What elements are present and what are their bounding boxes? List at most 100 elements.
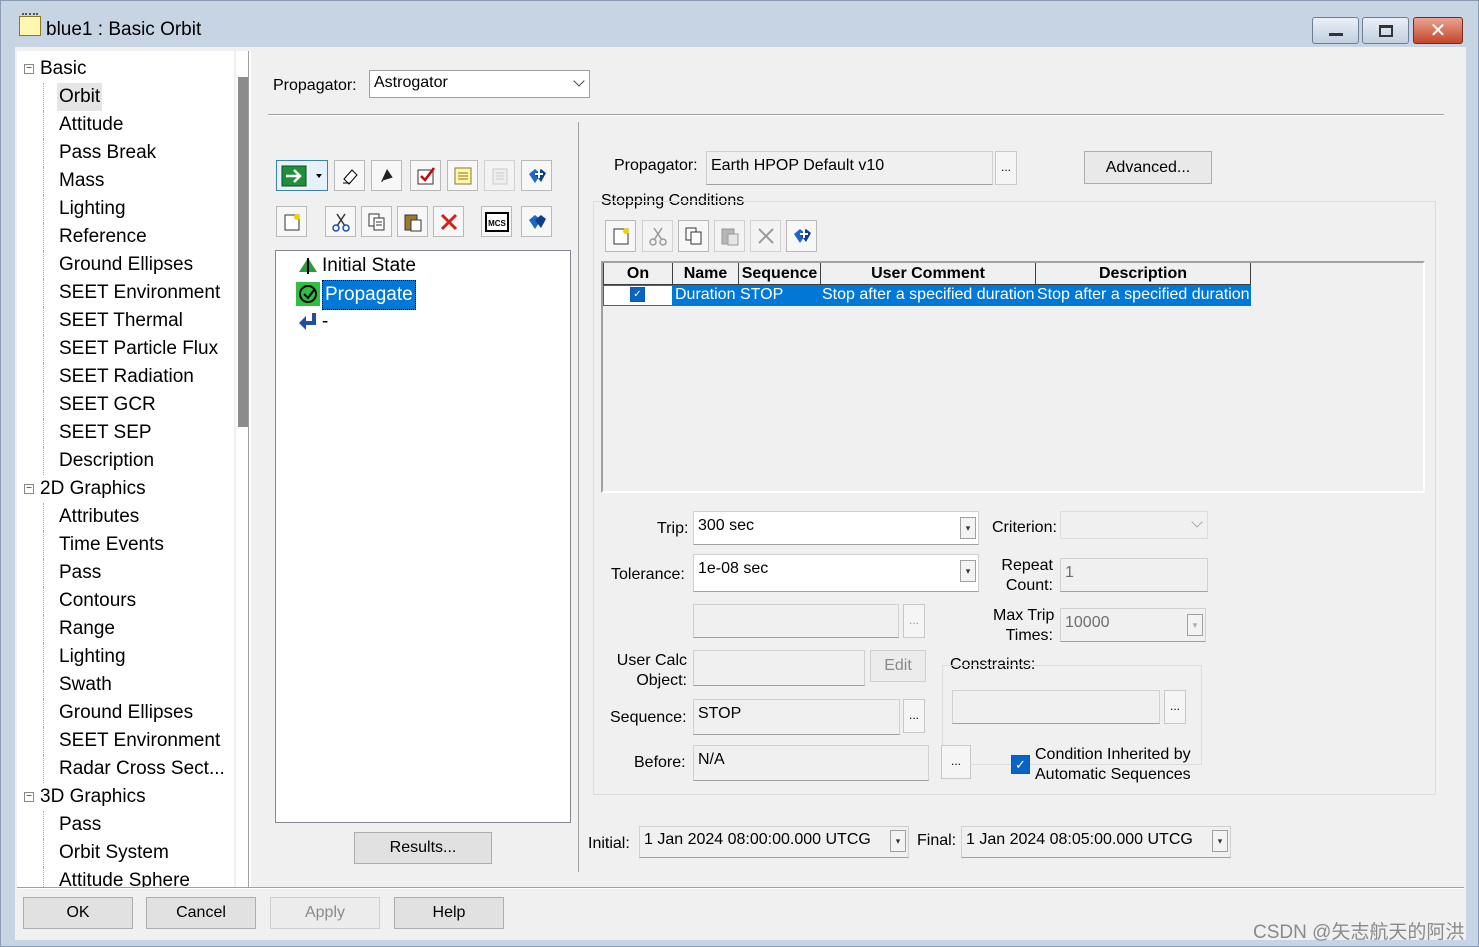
cancel-button[interactable]: Cancel	[146, 897, 256, 929]
final-time-field[interactable]: 1 Jan 2024 08:05:00.000 UTCG ▾	[961, 826, 1231, 858]
svg-text:MCS: MCS	[488, 219, 506, 228]
tree-item[interactable]: Pass	[57, 559, 103, 587]
mcs-button[interactable]: MCS	[481, 206, 512, 237]
unit-picker-icon[interactable]: ▾	[960, 517, 976, 539]
tree-item[interactable]: Lighting	[57, 195, 128, 223]
tree-item[interactable]: SEET Thermal	[57, 307, 185, 335]
notes-button[interactable]	[484, 160, 515, 191]
tree-item[interactable]: SEET Particle Flux	[57, 335, 220, 363]
summary-button[interactable]	[447, 160, 478, 191]
tree-item[interactable]: Lighting	[57, 643, 128, 671]
apply-button[interactable]: Apply	[270, 897, 380, 929]
tree-item[interactable]: Radar Cross Sect...	[57, 755, 227, 783]
sequence-browse-button[interactable]: ...	[903, 699, 925, 733]
grid-header-name[interactable]: Name	[672, 263, 739, 285]
grid-cell-name[interactable]: Duration	[673, 285, 738, 306]
tree-item[interactable]: Basic	[38, 55, 88, 83]
help-button[interactable]: Help	[394, 897, 504, 929]
grid-header-user-comment[interactable]: User Comment	[820, 263, 1036, 285]
tree-item[interactable]: Swath	[57, 671, 114, 699]
maximize-button[interactable]	[1362, 17, 1409, 44]
tree-item[interactable]: Ground Ellipses	[57, 251, 195, 279]
advanced-button[interactable]: Advanced...	[1084, 151, 1212, 184]
tolerance-field[interactable]: 1e-08 sec ▾	[693, 554, 979, 592]
unit-picker-icon[interactable]: ▾	[960, 560, 976, 582]
tree-item[interactable]: Orbit	[57, 83, 103, 111]
tree-item[interactable]: Pass Break	[57, 139, 158, 167]
tree-item[interactable]: SEET Environment	[57, 279, 222, 307]
tree-item[interactable]: Pass	[57, 811, 103, 839]
grid-cell-description[interactable]: Stop after a specified duration	[1035, 285, 1251, 306]
sc-cut-button[interactable]	[642, 220, 673, 252]
tree-expander-icon[interactable]: −	[24, 484, 34, 494]
grid-cell-user-comment[interactable]: Stop after a specified duration	[820, 285, 1035, 306]
trip-field[interactable]: 300 sec ▾	[693, 511, 979, 545]
before-browse-button[interactable]: ...	[941, 745, 971, 779]
sc-new-button[interactable]	[605, 220, 636, 252]
tree-item[interactable]: Range	[57, 615, 117, 643]
propagator-select-value: Astrogator	[374, 74, 448, 91]
tree-item[interactable]: 3D Graphics	[38, 783, 148, 811]
tree-expander-icon[interactable]: −	[24, 792, 34, 802]
tree-item[interactable]: SEET SEP	[57, 419, 154, 447]
tree-item[interactable]: Attributes	[57, 503, 141, 531]
grid-header-description[interactable]: Description	[1035, 263, 1251, 285]
tree-item[interactable]: Attitude Sphere	[57, 867, 192, 887]
tree-item[interactable]: Mass	[57, 167, 106, 195]
tree-item[interactable]: SEET Radiation	[57, 363, 196, 391]
grid-cell-on[interactable]: ✓	[603, 285, 673, 306]
propagator-label: Propagator:	[273, 77, 357, 94]
options-button[interactable]	[521, 206, 552, 237]
property-tree[interactable]: − Basic Orbit Attitude Pass Break Mass Lightin…	[17, 51, 234, 887]
ok-button[interactable]: OK	[23, 897, 133, 929]
minimize-button[interactable]	[1312, 17, 1359, 44]
sc-paste-button[interactable]	[714, 220, 745, 252]
criterion-select[interactable]	[1060, 511, 1208, 539]
user-calc-label-line1: User Calc	[616, 652, 687, 669]
constraints-browse-button[interactable]: ...	[1164, 690, 1186, 724]
condition-inherited-checkbox[interactable]: ✓	[1011, 755, 1030, 774]
run-button[interactable]	[276, 160, 328, 191]
stopping-conditions-grid[interactable]: On Name Sequence User Comment Descriptio…	[601, 261, 1425, 493]
tree-expander-icon[interactable]: −	[24, 64, 34, 74]
title-bar[interactable]: blue1 : Basic Orbit ✕	[1, 1, 1478, 45]
propagator-select[interactable]: Astrogator	[369, 70, 590, 98]
close-button[interactable]: ✕	[1413, 17, 1463, 44]
propagator-browse-button[interactable]: ...	[995, 151, 1017, 185]
grid-header-sequence[interactable]: Sequence	[738, 263, 821, 285]
edit-button[interactable]: Edit	[870, 650, 926, 682]
sc-copy-button[interactable]	[678, 220, 709, 252]
new-segment-button[interactable]	[276, 206, 307, 237]
mission-control-sequence-tree[interactable]: Initial State Propagate -	[275, 250, 571, 823]
delete-button[interactable]	[433, 206, 464, 237]
before-label: Before:	[634, 754, 686, 771]
tree-item[interactable]: Description	[57, 447, 156, 475]
tree-item[interactable]: Time Events	[57, 531, 166, 559]
blank-browse-button[interactable]: ...	[903, 604, 925, 638]
insert-segment-button[interactable]	[521, 160, 552, 191]
paste-button[interactable]	[397, 206, 428, 237]
clear-button[interactable]	[334, 160, 365, 191]
tree-item[interactable]: Contours	[57, 587, 138, 615]
tree-item[interactable]: 2D Graphics	[38, 475, 148, 503]
tree-item[interactable]: Attitude	[57, 111, 125, 139]
initial-time-field[interactable]: 1 Jan 2024 08:00:00.000 UTCG ▾	[639, 826, 909, 858]
cut-button[interactable]	[325, 206, 356, 237]
sc-delete-button[interactable]	[750, 220, 781, 252]
unit-picker-icon[interactable]: ▾	[890, 830, 906, 852]
tree-item[interactable]: Reference	[57, 223, 149, 251]
target-button[interactable]	[371, 160, 402, 191]
tree-scrollbar-thumb[interactable]	[238, 77, 248, 427]
tree-item[interactable]: SEET Environment	[57, 727, 222, 755]
grid-header-on[interactable]: On	[603, 263, 673, 285]
copy-button[interactable]	[361, 206, 392, 237]
results-button[interactable]: Results...	[354, 832, 492, 864]
row-enabled-checkbox[interactable]: ✓	[630, 287, 645, 302]
sc-insert-button[interactable]	[786, 220, 817, 252]
grid-cell-sequence[interactable]: STOP	[738, 285, 820, 306]
tree-item[interactable]: Ground Ellipses	[57, 699, 195, 727]
tree-item[interactable]: SEET GCR	[57, 391, 158, 419]
tree-item[interactable]: Orbit System	[57, 839, 171, 867]
check-button[interactable]	[410, 160, 441, 191]
unit-picker-icon[interactable]: ▾	[1212, 830, 1228, 852]
